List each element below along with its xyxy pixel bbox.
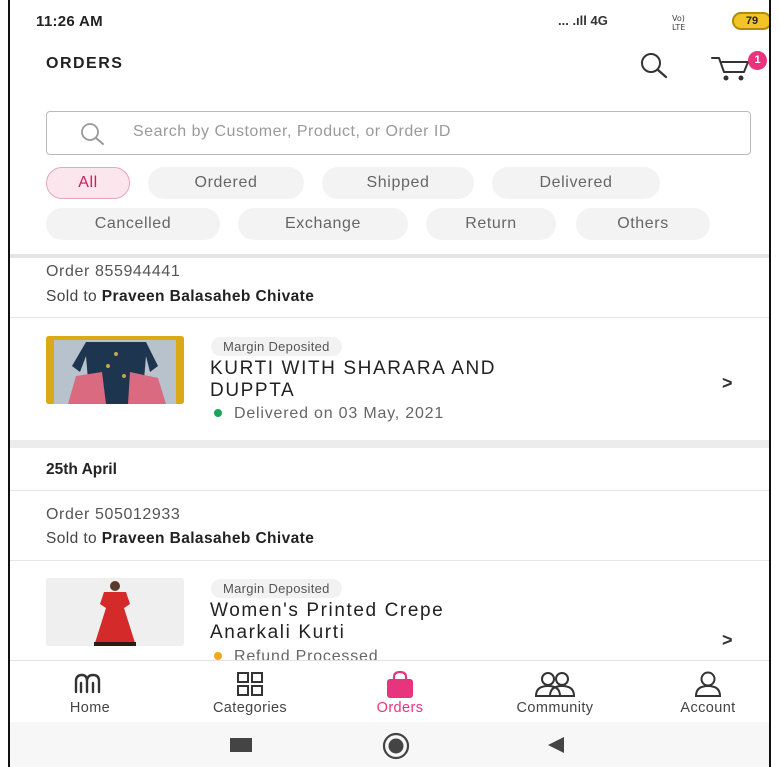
nav-orders[interactable]: Orders (350, 661, 450, 723)
delivery-status: Delivered on 03 May, 2021 (214, 405, 444, 423)
system-navigation-bar (10, 722, 769, 767)
product-name: KURTI WITH SHARARA AND DUPPTA (210, 358, 497, 401)
filter-chip-return[interactable]: Return (426, 208, 556, 240)
filter-chip-all[interactable]: All (46, 167, 130, 199)
filter-chip-exchange[interactable]: Exchange (238, 208, 408, 240)
filter-chip-ordered[interactable]: Ordered (148, 167, 304, 199)
app-screen: 11:26 AM ... .ıll 4G Vo) LTE 79 ORDERS 1… (8, 0, 771, 767)
grid-icon (237, 672, 263, 696)
kurti-image-icon (46, 336, 184, 404)
nav-community[interactable]: Community (490, 661, 620, 723)
margin-status-tag: Margin Deposited (211, 337, 342, 356)
search-input[interactable] (133, 123, 733, 141)
order-number: Order 505012933 (46, 506, 181, 523)
sold-to: Sold to Praveen Balasaheb Chivate (46, 288, 315, 305)
status-dot-icon (214, 651, 222, 660)
chevron-right-icon[interactable]: > (722, 373, 733, 394)
svg-text:Vo): Vo) (672, 14, 685, 23)
chevron-right-icon[interactable]: > (722, 630, 733, 651)
filter-chip-cancelled[interactable]: Cancelled (46, 208, 220, 240)
back-triangle-icon[interactable] (546, 735, 566, 755)
recent-apps-icon[interactable] (230, 738, 252, 752)
status-time: 11:26 AM (36, 13, 103, 30)
filter-chip-others[interactable]: Others (576, 208, 710, 240)
row-divider (10, 560, 769, 561)
filter-chip-shipped[interactable]: Shipped (322, 167, 474, 199)
margin-status-tag: Margin Deposited (211, 579, 342, 598)
product-thumbnail (46, 578, 184, 646)
page-title: ORDERS (46, 55, 124, 72)
people-icon (534, 672, 576, 697)
svg-text:LTE: LTE (672, 23, 685, 31)
row-divider (10, 317, 769, 318)
volte-icon: Vo) LTE (672, 14, 685, 31)
shopping-bag-icon (387, 671, 413, 698)
status-dot-icon (214, 408, 222, 417)
home-circle-icon[interactable] (382, 732, 410, 760)
sold-to: Sold to Praveen Balasaheb Chivate (46, 530, 315, 547)
search-icon[interactable] (638, 51, 670, 79)
row-divider (10, 490, 769, 491)
nav-home[interactable]: Home (40, 661, 140, 723)
user-icon (694, 671, 722, 697)
section-divider (10, 440, 769, 448)
product-name: Women's Printed Crepe Anarkali Kurti (210, 600, 445, 643)
status-bar: 11:26 AM ... .ıll 4G Vo) LTE 79 (10, 3, 769, 39)
order-number: Order 855944441 (46, 263, 181, 280)
product-thumbnail (46, 336, 184, 404)
network-signal-icon: ... .ıll 4G (558, 13, 608, 28)
battery-icon: 79 (732, 12, 769, 30)
cart-count-badge: 1 (748, 51, 767, 70)
date-header: 25th April (46, 461, 117, 478)
section-divider (10, 254, 769, 258)
search-box[interactable] (46, 111, 751, 155)
meesho-logo-icon (74, 673, 101, 694)
nav-account[interactable]: Account (658, 661, 758, 723)
filter-chip-delivered[interactable]: Delivered (492, 167, 660, 199)
bottom-navigation: Home Categories Orders Community Account (10, 660, 769, 722)
search-field-icon (81, 123, 104, 145)
nav-categories[interactable]: Categories (190, 661, 310, 723)
anarkali-kurti-image-icon (46, 578, 184, 646)
